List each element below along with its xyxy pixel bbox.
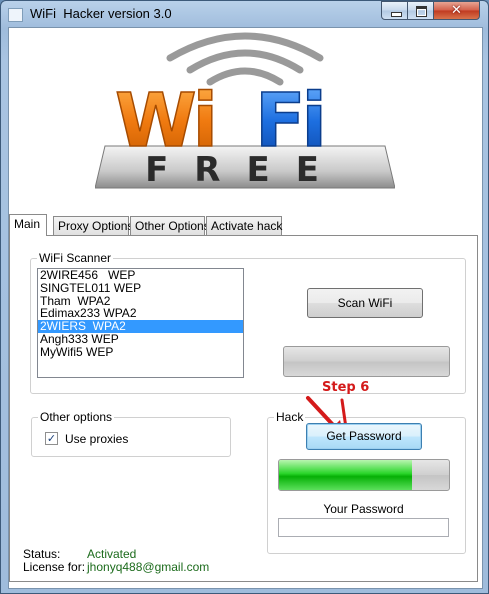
tab-proxy-options[interactable]: Proxy Options	[53, 216, 133, 235]
scan-progress-bar	[283, 346, 450, 377]
minimize-icon	[391, 12, 402, 17]
license-label: License for:	[23, 560, 86, 574]
checkmark-icon: ✓	[46, 432, 57, 445]
other-options-group: Other options	[31, 410, 231, 457]
password-field[interactable]	[278, 518, 449, 537]
list-item[interactable]: Angh333 WEP	[38, 333, 243, 346]
wifi-free-logo: Wi Fi FREE	[95, 32, 395, 190]
wifi-scanner-label: WiFi Scanner	[37, 251, 114, 265]
get-password-button[interactable]: Get Password	[306, 423, 422, 450]
list-item[interactable]: 2WIRE456 WEP	[38, 269, 243, 282]
maximize-button[interactable]	[407, 1, 434, 20]
close-icon: ✕	[451, 3, 462, 18]
logo-word-bottom: FREE	[145, 150, 345, 190]
hack-progress-fill	[279, 460, 412, 490]
status-value: Activated	[87, 547, 137, 561]
title-bar[interactable]: WiFi Hacker version 3.0 ✕	[1, 1, 488, 27]
wifi-signal-arcs	[166, 32, 324, 86]
your-password-label: Your Password	[323, 502, 404, 516]
app-icon	[8, 8, 23, 22]
close-button[interactable]: ✕	[433, 1, 480, 20]
list-item[interactable]: SINGTEL011 WEP	[38, 281, 243, 295]
minimize-button[interactable]	[381, 1, 408, 20]
license-value: jhonyq488@gmail.com	[87, 560, 210, 574]
wifi-network-list[interactable]: 2WIRE456 WEP SINGTEL011 WEP Tham WPA2 Ed…	[37, 268, 244, 378]
scan-wifi-button[interactable]: Scan WiFi	[307, 288, 423, 318]
maximize-icon	[416, 6, 427, 17]
status-label: Status:	[23, 547, 61, 561]
tab-activate-hack[interactable]: Activate hack	[206, 216, 282, 235]
other-options-label: Other options	[38, 410, 115, 424]
window-title: WiFi Hacker version 3.0	[30, 6, 172, 21]
tab-main[interactable]: Main	[9, 214, 47, 236]
hack-progress-bar	[278, 459, 450, 491]
tab-other-options[interactable]: Other Options	[130, 216, 210, 235]
use-proxies-label: Use proxies	[65, 432, 129, 446]
list-item[interactable]: MyWifi5 WEP	[38, 345, 243, 359]
use-proxies-checkbox[interactable]: ✓	[45, 432, 58, 445]
